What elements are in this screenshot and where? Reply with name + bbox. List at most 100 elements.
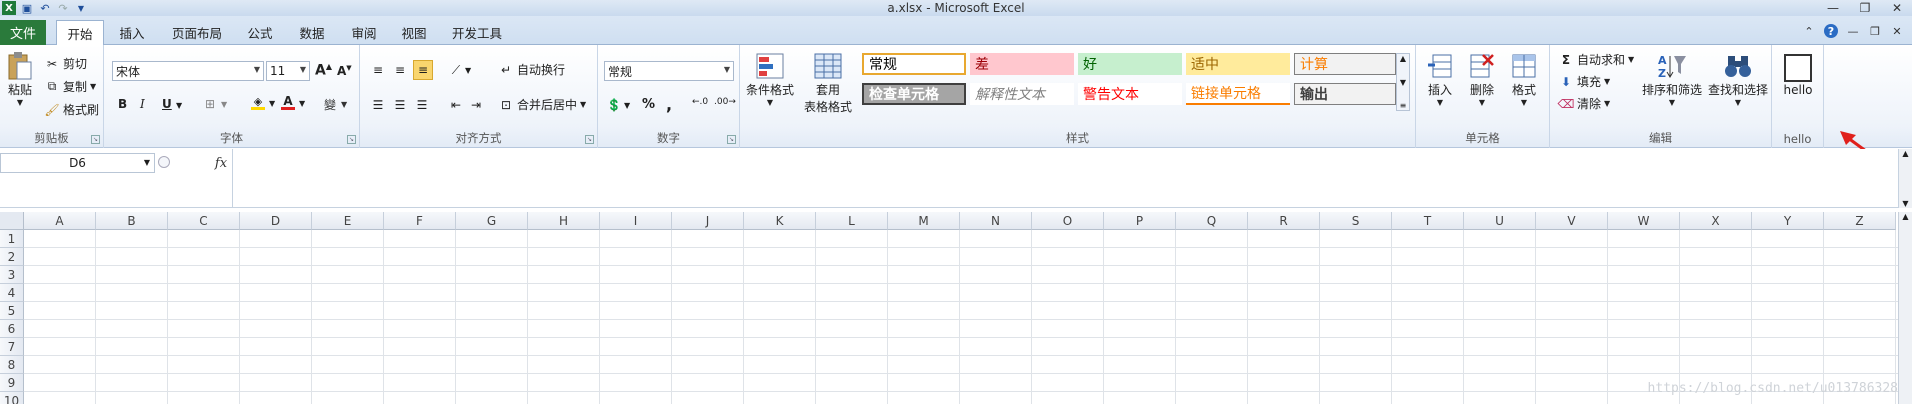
font-launcher-icon[interactable]: ↘ bbox=[347, 135, 356, 144]
delete-cells-button[interactable]: 删除 ▼ bbox=[1462, 51, 1502, 107]
row-header-10[interactable]: 10 bbox=[0, 392, 24, 404]
scroll-down-icon[interactable]: ▼ bbox=[1400, 78, 1406, 87]
fill-color-button[interactable]: ◈ ▼ bbox=[250, 95, 275, 111]
cell-style-3[interactable]: 适中 bbox=[1186, 53, 1290, 75]
conditional-format-button[interactable]: 条件格式 ▼ bbox=[744, 51, 796, 107]
tab-view[interactable]: 视图 bbox=[394, 20, 434, 45]
column-header-y[interactable]: Y bbox=[1752, 212, 1824, 230]
restore-icon[interactable]: ❐ bbox=[1856, 1, 1874, 15]
formula-expand-scroll[interactable]: ▲ ▼ bbox=[1898, 149, 1912, 208]
row-header-5[interactable]: 5 bbox=[0, 302, 24, 320]
column-header-n[interactable]: N bbox=[960, 212, 1032, 230]
tab-data[interactable]: 数据 bbox=[290, 20, 334, 45]
align-bottom-icon[interactable]: ≡ bbox=[413, 60, 433, 80]
row-header-6[interactable]: 6 bbox=[0, 320, 24, 338]
styles-gallery-scroll[interactable]: ▲ ▼ ≡ bbox=[1396, 53, 1410, 111]
font-size-combo[interactable]: 11 ▼ bbox=[266, 61, 310, 81]
tab-page-layout[interactable]: 页面布局 bbox=[164, 20, 230, 45]
format-as-table-button[interactable]: 套用 表格格式 bbox=[798, 51, 858, 115]
customize-qat-icon[interactable]: ▼ bbox=[74, 1, 88, 15]
hello-button[interactable]: hello bbox=[1776, 53, 1820, 97]
redo-icon[interactable]: ↷ bbox=[56, 1, 70, 15]
doc-restore-icon[interactable]: ❐ bbox=[1868, 24, 1882, 38]
merge-center-button[interactable]: ⊡ 合并后居中 ▼ bbox=[498, 96, 586, 113]
cell-area[interactable] bbox=[24, 230, 1898, 404]
tab-review[interactable]: 审阅 bbox=[344, 20, 384, 45]
clear-button[interactable]: ⌫ 清除 ▼ bbox=[1558, 95, 1611, 112]
cell-style-5[interactable]: 检查单元格 bbox=[862, 83, 966, 105]
column-header-f[interactable]: F bbox=[384, 212, 456, 230]
number-launcher-icon[interactable]: ↘ bbox=[727, 135, 736, 144]
decrease-indent-icon[interactable]: ⇤ bbox=[448, 97, 464, 113]
save-icon[interactable]: ▣ bbox=[20, 1, 34, 15]
close-icon[interactable]: ✕ bbox=[1888, 1, 1906, 15]
row-header-1[interactable]: 1 bbox=[0, 230, 24, 248]
cell-style-1[interactable]: 差 bbox=[970, 53, 1074, 75]
collapse-ribbon-icon[interactable]: ⌃ bbox=[1802, 24, 1816, 38]
font-color-button[interactable]: A ▼ bbox=[280, 95, 305, 111]
help-icon[interactable]: ? bbox=[1824, 24, 1838, 38]
tab-developer[interactable]: 开发工具 bbox=[444, 20, 510, 45]
align-middle-icon[interactable]: ≡ bbox=[392, 62, 408, 78]
column-header-u[interactable]: U bbox=[1464, 212, 1536, 230]
tab-home[interactable]: 开始 bbox=[56, 20, 104, 46]
column-header-d[interactable]: D bbox=[240, 212, 312, 230]
scroll-up-icon[interactable]: ▲ bbox=[1400, 54, 1406, 63]
tab-file[interactable]: 文件 bbox=[0, 20, 46, 45]
format-cells-button[interactable]: 格式 ▼ bbox=[1504, 51, 1544, 107]
orientation-dropdown-icon[interactable]: ▼ bbox=[465, 66, 471, 75]
row-header-9[interactable]: 9 bbox=[0, 374, 24, 392]
scroll-up-icon[interactable]: ▲ bbox=[1902, 149, 1908, 158]
row-header-4[interactable]: 4 bbox=[0, 284, 24, 302]
paste-button[interactable]: 粘贴 ▼ bbox=[2, 51, 38, 107]
cell-style-8[interactable]: 链接单元格 bbox=[1186, 83, 1290, 105]
shrink-font-button[interactable]: A▼ bbox=[337, 64, 352, 78]
number-format-combo[interactable]: 常规 ▼ bbox=[604, 61, 734, 81]
column-header-h[interactable]: H bbox=[528, 212, 600, 230]
autosum-button[interactable]: Σ 自动求和 ▼ bbox=[1558, 51, 1634, 68]
wrap-text-button[interactable]: ↵ 自动换行 bbox=[498, 61, 565, 78]
cell-style-4[interactable]: 计算 bbox=[1294, 53, 1396, 75]
accounting-format-icon[interactable]: 💲 bbox=[606, 97, 622, 113]
cell-style-7[interactable]: 警告文本 bbox=[1078, 83, 1182, 105]
align-right-icon[interactable]: ☰ bbox=[414, 97, 430, 113]
clipboard-launcher-icon[interactable]: ↘ bbox=[91, 135, 100, 144]
doc-close-icon[interactable]: ✕ bbox=[1890, 24, 1904, 38]
copy-button[interactable]: ⧉ 复制 ▼ bbox=[44, 78, 96, 95]
insert-cells-button[interactable]: 插入 ▼ bbox=[1420, 51, 1460, 107]
vertical-scrollbar[interactable]: ▲ bbox=[1898, 212, 1912, 404]
column-header-s[interactable]: S bbox=[1320, 212, 1392, 230]
increase-indent-icon[interactable]: ⇥ bbox=[468, 97, 484, 113]
phonetic-button[interactable]: 變 ▼ bbox=[322, 96, 347, 112]
alignment-launcher-icon[interactable]: ↘ bbox=[585, 135, 594, 144]
formula-input[interactable] bbox=[236, 153, 1892, 203]
column-header-r[interactable]: R bbox=[1248, 212, 1320, 230]
format-painter-button[interactable]: 🖌 格式刷 bbox=[44, 101, 99, 118]
find-select-button[interactable]: 查找和选择 ▼ bbox=[1706, 51, 1770, 107]
fill-button[interactable]: ⬇ 填充 ▼ bbox=[1558, 73, 1610, 90]
decrease-decimal-icon[interactable]: .00→ bbox=[714, 97, 736, 107]
column-header-i[interactable]: I bbox=[600, 212, 672, 230]
column-header-k[interactable]: K bbox=[744, 212, 816, 230]
column-header-v[interactable]: V bbox=[1536, 212, 1608, 230]
column-header-o[interactable]: O bbox=[1032, 212, 1104, 230]
column-header-z[interactable]: Z bbox=[1824, 212, 1896, 230]
percent-button[interactable]: % bbox=[642, 97, 655, 112]
scroll-down-icon[interactable]: ▼ bbox=[1902, 199, 1908, 208]
column-header-w[interactable]: W bbox=[1608, 212, 1680, 230]
select-all-corner[interactable] bbox=[0, 212, 24, 230]
column-header-l[interactable]: L bbox=[816, 212, 888, 230]
tab-insert[interactable]: 插入 bbox=[110, 20, 154, 45]
row-header-3[interactable]: 3 bbox=[0, 266, 24, 284]
undo-icon[interactable]: ↶ bbox=[38, 1, 52, 15]
accounting-dropdown-icon[interactable]: ▼ bbox=[624, 101, 630, 110]
font-name-combo[interactable]: 宋体 ▼ bbox=[112, 61, 264, 81]
cell-style-9[interactable]: 输出 bbox=[1294, 83, 1396, 105]
insert-function-button[interactable]: fx bbox=[212, 153, 230, 173]
column-header-x[interactable]: X bbox=[1680, 212, 1752, 230]
underline-dropdown-icon[interactable]: ▼ bbox=[176, 101, 182, 110]
formula-bar-handle-icon[interactable] bbox=[158, 156, 170, 168]
column-header-b[interactable]: B bbox=[96, 212, 168, 230]
column-header-m[interactable]: M bbox=[888, 212, 960, 230]
column-header-q[interactable]: Q bbox=[1176, 212, 1248, 230]
